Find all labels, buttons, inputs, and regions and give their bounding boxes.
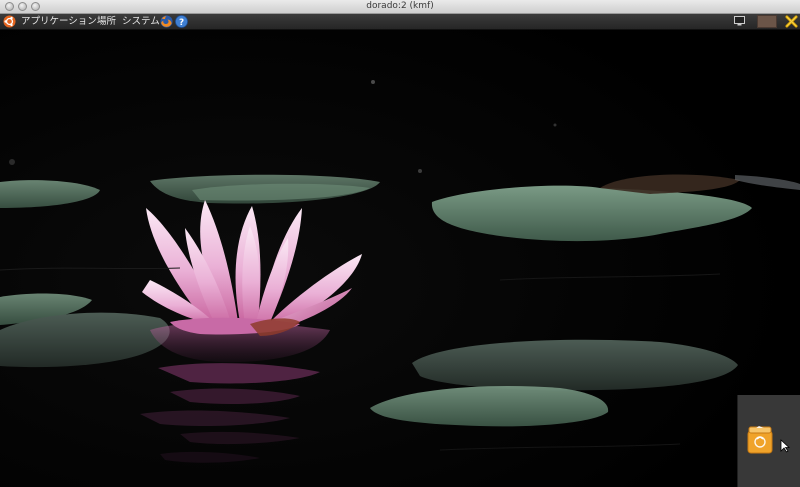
color-swatch-icon[interactable] — [757, 15, 777, 28]
mouse-cursor-icon — [780, 439, 790, 453]
ubuntu-logo-icon[interactable] — [3, 15, 16, 28]
window-title: dorado:2 (kmf) — [366, 1, 434, 11]
trash-icon[interactable] — [746, 425, 774, 455]
firefox-icon[interactable] — [160, 15, 173, 28]
window-titlebar: dorado:2 (kmf) — [0, 0, 800, 14]
svg-text:?: ? — [179, 18, 184, 28]
menu-places[interactable]: 場所 — [97, 15, 116, 28]
menu-applications[interactable]: アプリケーション — [21, 15, 97, 28]
menu-system[interactable]: システム — [122, 15, 160, 28]
trash-applet — [737, 395, 800, 487]
top-panel: アプリケーション 場所 システム ? — [0, 14, 800, 30]
monitor-icon[interactable] — [734, 16, 745, 26]
exit-icon[interactable] — [785, 15, 798, 28]
help-icon[interactable]: ? — [175, 15, 188, 28]
desktop-wallpaper — [0, 30, 800, 487]
